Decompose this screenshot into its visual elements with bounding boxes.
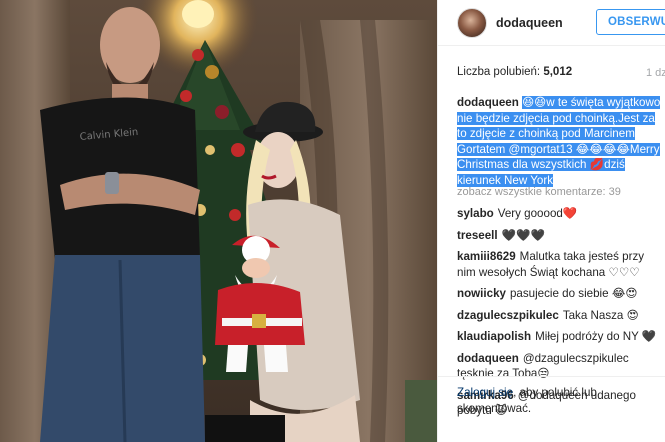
comment-emoji: 🖤🖤🖤 bbox=[501, 228, 545, 242]
comment-item: klaudiapolish Miłej podróży do NY 🖤 bbox=[457, 329, 662, 345]
comment-item: kamiii8629 Malutka taka jesteś przy nim w… bbox=[457, 249, 662, 280]
login-link[interactable]: Zaloguj się bbox=[457, 386, 513, 399]
comment-user[interactable]: nowiicky bbox=[457, 287, 506, 300]
login-prompt: Zaloguj się, aby polubić lub skomentować… bbox=[438, 376, 665, 442]
post-timestamp[interactable]: 1 dzie bbox=[646, 67, 665, 79]
follow-button[interactable]: OBSERWUJ bbox=[596, 9, 665, 35]
comment-user[interactable]: kamiii8629 bbox=[457, 250, 516, 263]
comment-item: sylabo Very gooood❤️ bbox=[457, 206, 662, 222]
post-username[interactable]: dodaqueen bbox=[496, 16, 563, 30]
comment-emoji: 😍 bbox=[626, 308, 639, 322]
comment-user[interactable]: treseell bbox=[457, 229, 498, 242]
comment-item: treseell 🖤🖤🖤 bbox=[457, 228, 662, 244]
likes-label: Liczba polubień: bbox=[457, 66, 541, 78]
post-header: dodaqueen OBSERWUJ bbox=[438, 0, 665, 46]
comment-user[interactable]: dodaqueen bbox=[457, 352, 519, 365]
comment-user[interactable]: dzagulecszpikulec bbox=[457, 309, 559, 322]
post-sidebar: dodaqueen OBSERWUJ Liczba polubień: 5,01… bbox=[437, 0, 665, 442]
view-all-comments-link[interactable]: zobacz wszystkie komentarze: 39 bbox=[457, 186, 621, 198]
lips-emoji: 💋 bbox=[589, 158, 605, 171]
post-photo[interactable]: Calvin Klein bbox=[0, 0, 437, 442]
caption-emoji-laugh: 😂😂😂😂 bbox=[575, 142, 630, 156]
comment-text: Taka Nasza bbox=[562, 308, 627, 322]
comment-text: Miłej podróży do NY bbox=[535, 330, 642, 343]
comment-item: dzagulecszpikulec Taka Nasza 😍 bbox=[457, 308, 662, 324]
caption-emoji-lead: 😆😆 bbox=[522, 96, 547, 109]
comment-emoji: ♡♡♡ bbox=[608, 265, 640, 279]
comment-text: Very gooood bbox=[497, 207, 563, 220]
comment-user[interactable]: sylabo bbox=[457, 207, 494, 220]
likes-value: 5,012 bbox=[543, 66, 573, 78]
christmas-photo-illustration: Calvin Klein bbox=[0, 0, 437, 442]
likes-count[interactable]: Liczba polubień: 5,012 bbox=[457, 66, 572, 78]
comment-emoji: 🖤 bbox=[641, 330, 657, 343]
post-caption: dodaqueen 😆😆w te święta wyjątkowo nie bę… bbox=[457, 95, 662, 188]
caption-username[interactable]: dodaqueen bbox=[457, 96, 519, 109]
avatar[interactable] bbox=[457, 8, 487, 38]
comment-text: pasujecie do siebie bbox=[509, 287, 612, 300]
comment-user[interactable]: klaudiapolish bbox=[457, 330, 531, 343]
comment-item: nowiicky pasujecie do siebie 😂😍 bbox=[457, 286, 662, 302]
comment-emoji: 😂😍 bbox=[611, 287, 638, 300]
comment-emoji: ❤️ bbox=[562, 207, 578, 220]
login-prompt-text: Zaloguj się, aby polubić lub skomentować… bbox=[457, 385, 657, 417]
